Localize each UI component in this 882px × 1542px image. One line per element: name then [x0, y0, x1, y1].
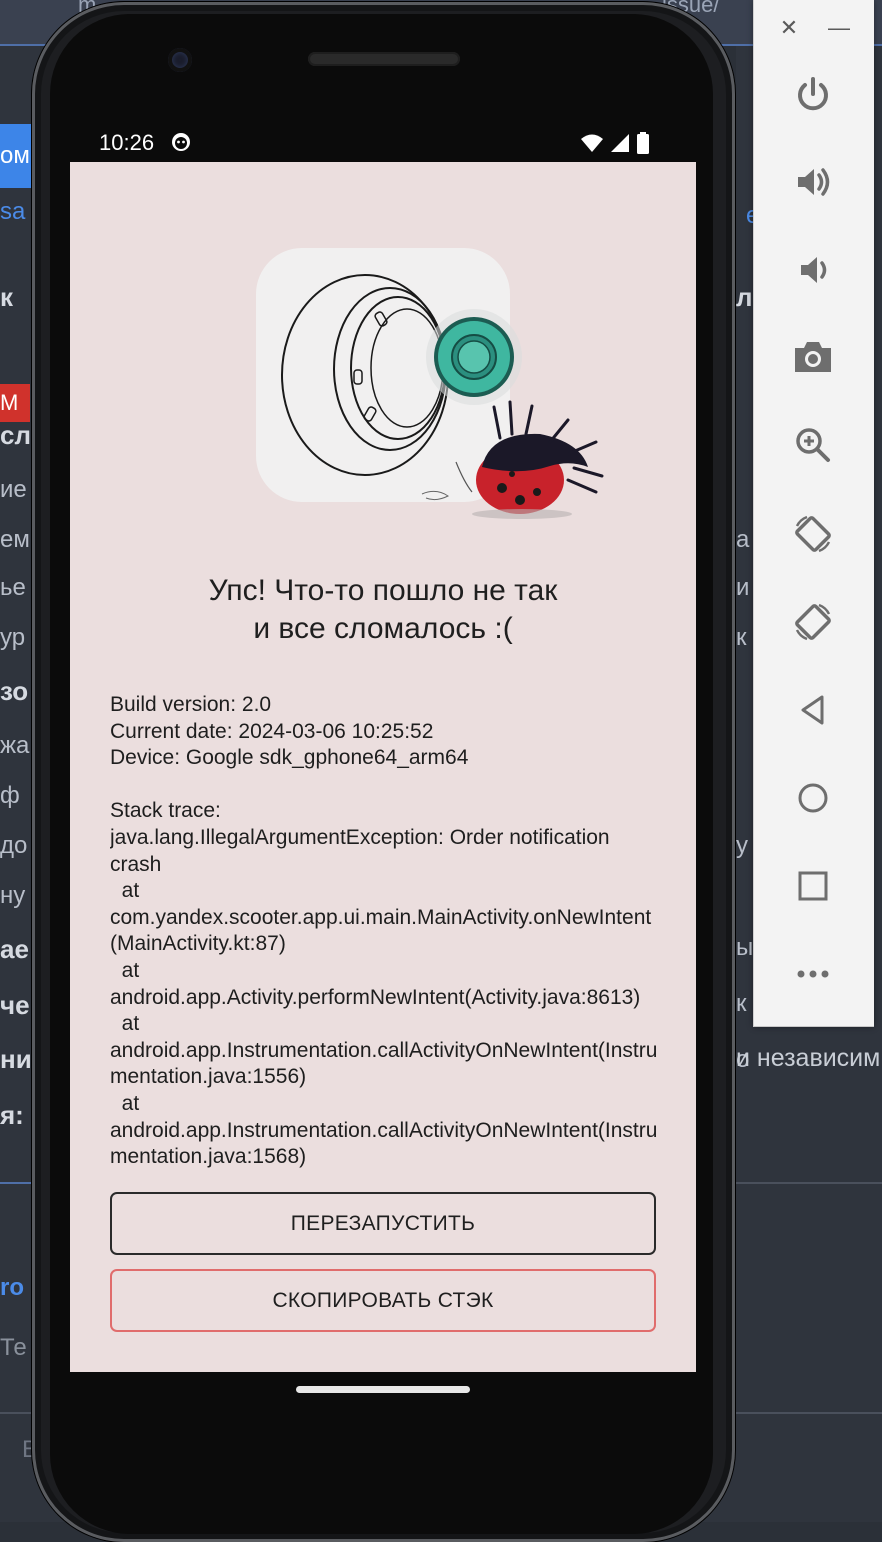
home-icon — [798, 783, 828, 813]
background-text-fragment: че — [0, 990, 30, 1020]
background-text-fragment: ы — [736, 934, 754, 961]
signal-icon — [610, 133, 630, 158]
overview-button[interactable] — [789, 862, 837, 910]
power-icon — [798, 77, 828, 111]
home-button[interactable] — [789, 774, 837, 822]
background-text-fragment: ни — [0, 1044, 32, 1074]
more-icon — [797, 970, 829, 978]
background-link-fragment: sa — [0, 198, 26, 225]
stack-trace-line: android.app.Activity.performNewIntent(Ac… — [110, 985, 641, 1009]
background-text-fragment: и — [736, 574, 750, 601]
background-text-fragment: а — [736, 526, 750, 553]
copy-stack-button[interactable]: СКОПИРОВАТЬ СТЭК — [110, 1269, 656, 1332]
minimize-icon[interactable]: — — [824, 14, 854, 42]
background-text-fragment: до — [0, 832, 28, 859]
background-red-badge: М — [0, 384, 30, 422]
more-button[interactable] — [789, 950, 837, 998]
rotate-right-button[interactable] — [789, 598, 837, 646]
background-right-text: и независим — [736, 1044, 881, 1072]
volume-down-icon — [801, 257, 827, 283]
restart-button[interactable]: ПЕРЕЗАПУСТИТЬ — [110, 1192, 656, 1255]
zoom-button[interactable] — [789, 421, 837, 469]
back-icon — [801, 695, 824, 725]
device-info: Device: Google sdk_gphone64_arm64 — [110, 746, 469, 770]
battery-icon — [636, 132, 650, 159]
notification-icon — [170, 131, 192, 159]
background-text-fragment: ье — [0, 574, 26, 601]
crash-report-text: Build version: 2.0 Current date: 2024-03-… — [110, 692, 662, 1176]
background-text-fragment: жа — [0, 732, 30, 759]
power-button[interactable] — [789, 70, 837, 118]
volume-up-button[interactable] — [789, 158, 837, 206]
background-text-fragment: зо — [0, 676, 29, 706]
stack-trace-line: com.yandex.scooter.app.ui.main.MainActiv… — [110, 905, 652, 956]
rotate-left-icon — [795, 515, 831, 553]
background-text-fragment: ае — [0, 934, 29, 964]
ladybug-image — [421, 400, 604, 519]
earpiece-speaker — [308, 52, 460, 66]
stack-trace-header: Stack trace: — [110, 799, 221, 823]
background-divider — [736, 1182, 882, 1184]
background-text-fragment: я: — [0, 1100, 24, 1130]
camera-icon — [795, 342, 831, 372]
wifi-icon — [580, 133, 604, 158]
stack-trace-line: android.app.Instrumentation.callActivity… — [110, 1038, 658, 1089]
background-text-fragment: ну — [0, 882, 26, 909]
stack-trace-line: at — [110, 879, 140, 903]
status-time: 10:26 — [99, 130, 155, 155]
background-text-fragment: ем — [0, 526, 30, 553]
crash-illustration — [250, 242, 610, 522]
background-link-fragment: ro — [0, 1274, 24, 1301]
background-text-fragment: л — [736, 282, 753, 312]
background-text-fragment: к — [736, 624, 747, 651]
back-button[interactable] — [789, 686, 837, 734]
crash-title-line-1: Упс! Что-то пошло не так — [208, 574, 558, 607]
background-heading-fragment: к — [0, 282, 14, 312]
background-text-fragment: Те — [0, 1334, 27, 1361]
crash-title: Упс! Что-то пошло не так и все сломалось… — [70, 572, 696, 648]
crash-title-line-2: и все сломалось :( — [253, 612, 513, 645]
background-text-fragment: ф — [0, 782, 20, 809]
background-text-fragment: ие — [0, 476, 27, 503]
overview-icon — [798, 871, 828, 901]
close-icon[interactable]: ✕ — [774, 14, 804, 42]
status-icons — [580, 132, 650, 159]
rotate-left-button[interactable] — [789, 510, 837, 558]
rotate-right-icon — [795, 603, 831, 641]
volume-up-icon — [798, 168, 830, 196]
stack-trace-line: java.lang.IllegalArgumentException: Orde… — [110, 825, 616, 876]
background-text-fragment: сл — [0, 420, 31, 450]
broken-scooter-wheel-image — [281, 274, 604, 519]
background-text-fragment: у — [736, 832, 748, 859]
stack-trace-line: at — [110, 1012, 140, 1036]
stack-trace-line: at — [110, 1091, 140, 1115]
background-text-fragment: к — [736, 990, 747, 1017]
zoom-icon — [796, 428, 830, 462]
front-camera — [168, 48, 192, 72]
screenshot-button[interactable] — [789, 333, 837, 381]
crash-screen: Упс! Что-то пошло не так и все сломалось… — [70, 162, 696, 1372]
current-date: Current date: 2024-03-06 10:25:52 — [110, 719, 434, 743]
gesture-home-bar[interactable] — [296, 1386, 470, 1393]
background-text-fragment: ур — [0, 624, 26, 651]
stack-trace-line: android.app.Instrumentation.callActivity… — [110, 1118, 658, 1169]
stack-trace-line: at — [110, 958, 140, 982]
emulator-toolbar: ✕ — — [753, 0, 874, 1027]
build-version: Build version: 2.0 — [110, 693, 272, 716]
background-blue-badge: ом — [0, 124, 34, 188]
volume-down-button[interactable] — [789, 246, 837, 294]
